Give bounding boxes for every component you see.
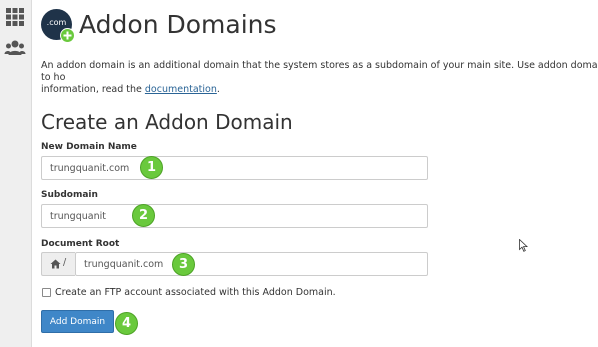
documentation-link[interactable]: documentation (145, 84, 217, 95)
document-root-prefix: / (41, 252, 75, 276)
step-badge-4: 4 (115, 312, 138, 335)
add-domain-button[interactable]: Add Domain (41, 310, 114, 333)
addon-domains-logo: .com (41, 9, 75, 43)
step-badge-1: 1 (140, 156, 163, 179)
ftp-account-label[interactable]: Create an FTP account associated with th… (55, 287, 336, 298)
plus-icon (60, 28, 75, 43)
step-badge-3: 3 (172, 253, 195, 276)
new-domain-label: New Domain Name (41, 142, 137, 152)
grid-icon[interactable] (4, 6, 26, 28)
step-badge-2: 2 (132, 204, 155, 227)
logo-text: .com (46, 18, 67, 27)
main-content: .com Addon Domains An addon domain is an… (32, 0, 598, 347)
prefix-slash: / (63, 257, 67, 268)
home-icon (50, 259, 61, 269)
document-root-label: Document Root (41, 239, 120, 249)
subdomain-input[interactable] (41, 204, 428, 228)
users-icon[interactable] (4, 37, 26, 59)
mouse-cursor-icon (519, 239, 528, 252)
new-domain-input[interactable] (41, 156, 428, 180)
intro-period: . (216, 84, 220, 95)
page-title: Addon Domains (79, 10, 277, 39)
document-root-input[interactable] (75, 252, 428, 276)
intro-text: An addon domain is an additional domain … (41, 60, 598, 96)
ftp-account-checkbox[interactable] (42, 288, 51, 297)
intro-line-2: information, read the (41, 84, 145, 95)
subdomain-label: Subdomain (41, 190, 98, 200)
section-title: Create an Addon Domain (41, 110, 293, 134)
intro-line-1: An addon domain is an additional domain … (41, 60, 598, 83)
sidebar (0, 0, 32, 347)
